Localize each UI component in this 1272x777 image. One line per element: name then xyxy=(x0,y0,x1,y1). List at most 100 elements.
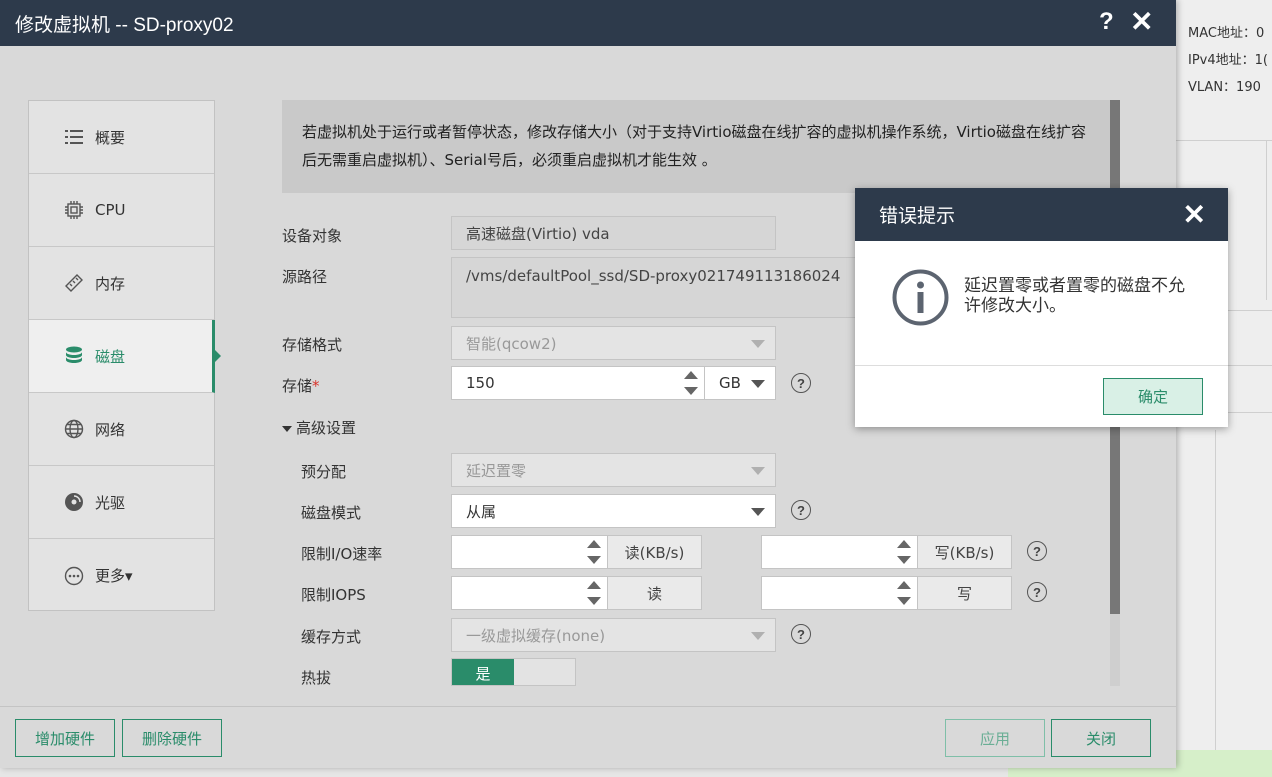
io-write-unit: 写(KB/s) xyxy=(917,535,1012,569)
cache-mode-value: 一级虚拟缓存(none) xyxy=(466,626,606,645)
chevron-down-icon xyxy=(751,380,765,388)
chevron-down-icon xyxy=(751,467,765,475)
prealloc-select[interactable]: 延迟置零 xyxy=(451,453,776,487)
storage-label-text: 存储 xyxy=(282,377,313,395)
error-dialog-title: 错误提示 xyxy=(879,205,956,227)
nav-label: 内存 xyxy=(95,274,126,293)
chevron-down-icon xyxy=(751,632,765,640)
nav-item-cpu[interactable]: CPU xyxy=(29,174,214,247)
confirm-button[interactable]: 确定 xyxy=(1103,378,1203,415)
caret-down-icon xyxy=(282,425,292,432)
chip-icon xyxy=(63,199,85,221)
cache-mode-select[interactable]: 一级虚拟缓存(none) xyxy=(451,618,776,652)
mac-address-text: MAC地址：0 xyxy=(1188,26,1265,41)
more-icon xyxy=(63,565,85,587)
close-button[interactable]: 关闭 xyxy=(1051,719,1151,757)
modal-header: 修改虚拟机 -- SD-proxy02 ? ✕ xyxy=(0,0,1176,46)
iops-read-input[interactable] xyxy=(451,576,608,610)
iops-write-input[interactable] xyxy=(761,576,918,610)
nav-label: 更多▾ xyxy=(95,567,133,585)
spinner-icon[interactable] xyxy=(684,370,698,396)
device-value: 高速磁盘(Virtio) vda xyxy=(466,224,610,243)
nav-label: 磁盘 xyxy=(95,347,126,366)
close-icon[interactable]: ✕ xyxy=(1183,198,1206,231)
hotplug-label: 热拔 xyxy=(301,669,332,687)
grid-line xyxy=(1266,140,1267,300)
grid-line xyxy=(1228,412,1272,413)
help-icon[interactable]: ? xyxy=(1027,582,1047,602)
storage-format-select[interactable]: 智能(qcow2) xyxy=(451,326,776,360)
vlan-text: VLAN：190 xyxy=(1188,80,1261,95)
restart-notice: 若虚拟机处于运行或者暂停状态，修改存储大小（对于支持Virtio磁盘在线扩容的虚… xyxy=(282,100,1110,193)
grid-line xyxy=(1176,140,1272,141)
hotplug-toggle-on: 是 xyxy=(452,659,514,685)
nav-label: 光驱 xyxy=(95,493,126,512)
disk-mode-label: 磁盘模式 xyxy=(301,504,362,522)
nav-item-memory[interactable]: 内存 xyxy=(29,247,214,320)
add-hardware-button[interactable]: 增加硬件 xyxy=(15,719,115,757)
chevron-down-icon xyxy=(751,508,765,516)
modal-footer: 增加硬件 删除硬件 应用 关闭 xyxy=(0,706,1176,768)
grid-line xyxy=(1215,430,1216,750)
close-icon[interactable]: ✕ xyxy=(1130,6,1153,38)
database-icon xyxy=(63,345,85,367)
disk-mode-select[interactable]: 从属 xyxy=(451,494,776,528)
hardware-nav: 概要 CPU 内存 磁盘 网络 光驱 更多▾ xyxy=(28,100,221,612)
nav-item-more[interactable]: 更多▾ xyxy=(29,539,214,612)
storage-size-input[interactable]: 150 xyxy=(451,366,705,400)
nav-item-disk[interactable]: 磁盘 xyxy=(29,320,221,393)
nav-label: 概要 xyxy=(95,128,126,147)
device-field: 高速磁盘(Virtio) vda xyxy=(451,216,776,250)
nav-label: 网络 xyxy=(95,420,126,439)
source-path-field: /vms/defaultPool_ssd/SD-proxy02174911318… xyxy=(451,257,871,318)
cache-mode-label: 缓存方式 xyxy=(301,628,362,646)
spinner-icon[interactable] xyxy=(587,580,601,606)
error-message: 延迟置零或者置零的磁盘不允许修改大小。 xyxy=(964,276,1185,316)
advanced-settings-label: 高级设置 xyxy=(296,419,357,437)
grid-line xyxy=(1228,310,1272,311)
apply-button[interactable]: 应用 xyxy=(945,719,1045,757)
storage-format-value: 智能(qcow2) xyxy=(466,334,557,353)
remove-hardware-button[interactable]: 删除硬件 xyxy=(122,719,222,757)
grid-line xyxy=(1228,365,1272,366)
ipv4-address-text: IPv4地址：1( xyxy=(1188,53,1268,68)
error-dialog: 错误提示 ✕ 延迟置零或者置零的磁盘不允许修改大小。 确定 xyxy=(855,188,1228,427)
spinner-icon[interactable] xyxy=(897,580,911,606)
source-path-value: /vms/defaultPool_ssd/SD-proxy02174911318… xyxy=(466,267,841,285)
io-write-rate-input[interactable] xyxy=(761,535,918,569)
disk-mode-value: 从属 xyxy=(466,502,497,521)
source-path-label: 源路径 xyxy=(282,268,328,286)
storage-unit-select[interactable]: GB xyxy=(704,366,776,400)
error-dialog-header: 错误提示 ✕ xyxy=(855,188,1228,241)
help-icon[interactable]: ? xyxy=(1099,6,1114,38)
io-read-unit: 读(KB/s) xyxy=(607,535,702,569)
disc-icon xyxy=(63,491,85,513)
io-read-rate-input[interactable] xyxy=(451,535,608,569)
memory-icon xyxy=(63,272,85,294)
list-icon xyxy=(63,126,85,148)
storage-format-label: 存储格式 xyxy=(282,336,343,354)
info-circle-icon xyxy=(892,269,949,326)
device-label: 设备对象 xyxy=(282,227,343,245)
hotplug-toggle[interactable]: 是 xyxy=(451,658,576,686)
help-icon[interactable]: ? xyxy=(791,624,811,644)
globe-icon xyxy=(63,418,85,440)
required-marker: * xyxy=(312,377,320,395)
help-icon[interactable]: ? xyxy=(1027,541,1047,561)
nav-item-summary[interactable]: 概要 xyxy=(29,101,214,174)
io-rate-label: 限制I/O速率 xyxy=(301,545,383,563)
chevron-down-icon xyxy=(751,340,765,348)
prealloc-value: 延迟置零 xyxy=(466,461,527,480)
storage-size-value: 150 xyxy=(466,374,495,392)
advanced-settings-toggle[interactable]: 高级设置 xyxy=(282,417,356,438)
storage-unit-value: GB xyxy=(719,374,741,392)
spinner-icon[interactable] xyxy=(897,539,911,565)
iops-label: 限制IOPS xyxy=(301,586,366,604)
prealloc-label: 预分配 xyxy=(301,463,347,481)
nav-item-cdrom[interactable]: 光驱 xyxy=(29,466,214,539)
spinner-icon[interactable] xyxy=(587,539,601,565)
help-icon[interactable]: ? xyxy=(791,500,811,520)
help-icon[interactable]: ? xyxy=(791,373,811,393)
divider xyxy=(855,365,1228,366)
nav-item-network[interactable]: 网络 xyxy=(29,393,214,466)
